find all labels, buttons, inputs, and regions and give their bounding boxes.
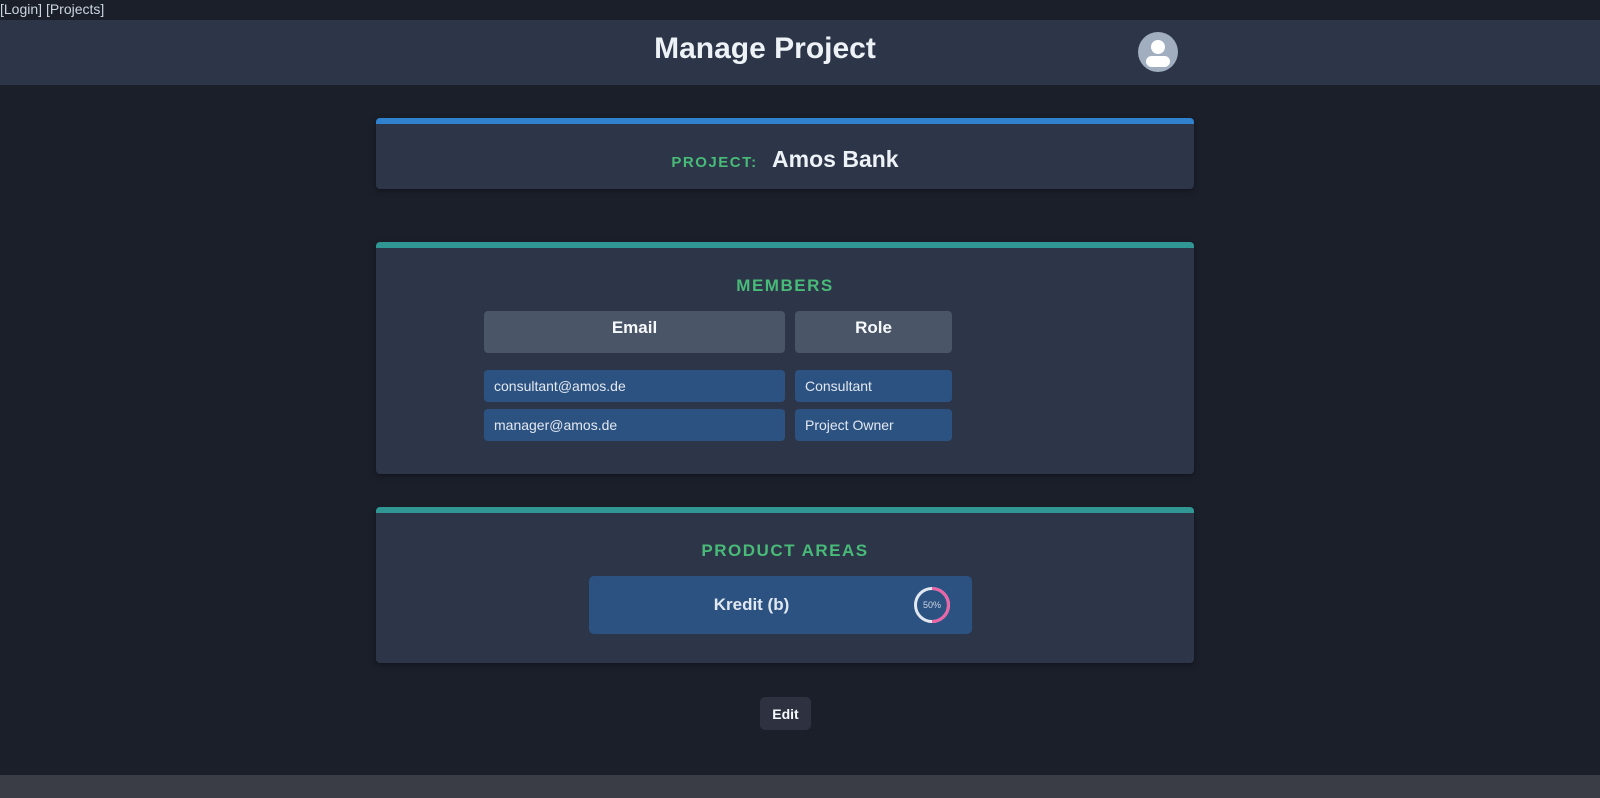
header: Manage Project [0,20,1600,85]
member-role: Project Owner [795,409,952,441]
edit-button[interactable]: Edit [760,697,811,730]
product-areas-card: PRODUCT AREAS Kredit (b) 50% [376,507,1194,663]
member-email: consultant@amos.de [484,370,785,402]
member-email: manager@amos.de [484,409,785,441]
page-title: Manage Project [654,32,876,65]
user-avatar-icon[interactable] [1138,32,1178,72]
column-header-role: Role [795,311,952,353]
project-card: PROJECT: Amos Bank [376,118,1194,189]
product-areas-title: PRODUCT AREAS [701,541,869,560]
product-area-name: Kredit (b) [713,595,790,614]
bottom-bar [0,775,1600,798]
project-name: Amos Bank [772,146,899,172]
progress-label: 50% [922,600,941,610]
product-area-item[interactable]: Kredit (b) 50% [589,576,972,634]
members-card: MEMBERS Email Role consultant@amos.de Co… [376,242,1194,474]
members-title: MEMBERS [736,276,834,295]
project-label: PROJECT: [671,154,758,171]
column-header-email: Email [484,311,785,353]
member-role: Consultant [795,370,952,402]
login-link[interactable]: [Login] [0,1,42,17]
top-nav: [Login] [Projects] [0,0,104,18]
projects-link[interactable]: [Projects] [46,1,104,17]
